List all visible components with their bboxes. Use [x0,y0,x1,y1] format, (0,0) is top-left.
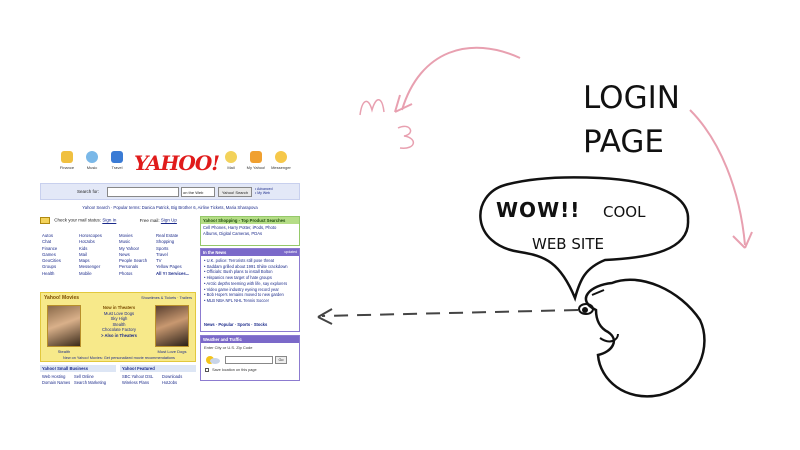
movies-links[interactable]: Showtimes & Tickets · Trailers [141,296,192,300]
title-line-1: LOGIN [583,80,680,116]
small-business-header: Yahoo! Small Business [40,365,116,372]
news-header: In the News updated [201,249,299,256]
speech-cool: COOL [603,203,646,221]
search-bar: Search for: on the Web Yahoo! Search • A… [40,183,300,200]
pink-scribble-m [359,99,385,116]
small-business-link[interactable]: Search Marketing [74,380,106,386]
news-list: • U.K. police: Terrorists still pose thr… [201,258,299,304]
sign-up-link[interactable]: Sign Up [161,218,177,223]
envelope-icon [40,217,50,224]
search-scope-select[interactable]: on the Web [181,187,215,197]
featured-header: Yahoo! Featured [120,365,196,372]
eyebrow [591,289,605,296]
shopping-text[interactable]: Cell Phones, Harry Potter, iPods, Photo … [201,224,281,237]
nav-travel[interactable]: Travel [102,151,132,170]
directory-column-3: Movies Music My Yahoo! News People Searc… [119,233,159,277]
my-web-link[interactable]: • My Web [255,191,270,195]
news-footer[interactable]: News · Popular · Sports · Stocks [204,322,267,327]
nav-music-label: Music [86,165,98,170]
music-icon [86,151,98,163]
nav-travel-label: Travel [111,165,123,170]
popular-terms[interactable]: Yahoo! Search · Popular terms: Danica Pa… [40,205,300,210]
sign-in-link[interactable]: Sign In [102,218,116,223]
stealth-caption[interactable]: Stealth [47,349,81,354]
nav-mail-label: Mail [227,165,235,170]
mail-status-row: Check your mail status: Sign In Free mai… [40,217,192,227]
mail-icon [225,151,237,163]
save-location-label: Save location on this page [212,368,257,372]
directory-link[interactable]: Health [42,271,82,277]
directory-link[interactable]: Photos [119,271,159,277]
search-label: Search for: [77,189,100,194]
news-updated: updated [284,250,297,254]
stealth-poster-image[interactable] [47,305,81,347]
must-love-dogs-poster-image[interactable] [155,305,189,347]
movies-box: Yahoo! Movies Showtimes & Tickets · Trai… [40,292,196,362]
featured-link[interactable]: Wireless Plans [122,380,149,386]
news-item[interactable]: • MLB NBA NFL NHL Tennis Soccer [204,298,299,304]
small-business-link[interactable]: Web Hosting [42,374,65,380]
gaze-dashed-line [321,309,579,317]
pink-arc-left [401,46,521,111]
messenger-icon [275,151,287,163]
featured-link[interactable]: HotJobs [162,380,177,386]
featured-link[interactable]: Downloads [162,374,182,380]
free-mail-text: Free mail: [139,217,160,223]
small-business-link[interactable]: Domain Names [42,380,70,386]
news-item[interactable]: • Arctic depths teeming with life, say e… [204,281,299,287]
news-title: In the News [203,250,227,255]
directory-column-1: Autos Chat Finance Games GeoCities Group… [42,233,82,277]
search-input[interactable] [107,187,179,197]
weather-label: Enter City or U.S. Zip Code [204,345,253,350]
now-in-theaters: Now in Theaters Must Love Dogs Sky High … [87,305,151,339]
nav-messenger[interactable]: Messenger [266,151,296,170]
small-business-link[interactable]: Sell Online [74,374,94,380]
movies-footer[interactable]: New on Yahoo! Movies: Get personalized m… [41,356,197,360]
nav-finance-label: Finance [59,165,75,170]
title-line-2: PAGE [583,124,664,160]
shopping-box: Yahoo! Shopping - Top Product Searches C… [200,216,300,246]
finance-icon [61,151,73,163]
yahoo-homepage-screenshot: Finance Music Travel YAHOO! Mail My Yaho… [34,147,306,389]
bottom-sections: Yahoo! Small Business Web Hosting Sell O… [40,365,196,389]
movies-header: Yahoo! Movies Showtimes & Tickets · Trai… [41,293,195,303]
search-extra-links: • Advanced • My Web [255,187,273,195]
go-button[interactable]: Go [275,356,287,364]
pink-arc-right [689,109,746,246]
search-button[interactable]: Yahoo! Search [218,187,252,197]
movie-link[interactable]: > Also in Theaters [87,333,151,339]
shopping-header: Yahoo! Shopping - Top Product Searches [201,217,299,224]
travel-icon [111,151,123,163]
featured-link[interactable]: SBC Yahoo! DSL [122,374,153,380]
pink-scribble-3 [397,125,414,149]
pink-arrowhead-right [732,231,753,249]
nav-messenger-label: Messenger [271,165,291,170]
directory-column-2: Horoscopes HotJobs Kids Mail Maps Messen… [79,233,119,277]
save-location-row[interactable]: Save location on this page [205,368,257,372]
weather-icon [206,356,220,364]
speech-wow: WOW!! [496,198,581,222]
pupil [582,307,588,313]
mail-check-text: Check your mail status: [54,217,102,223]
login-page-title: LOGIN PAGE [583,76,680,164]
yahoo-header: Finance Music Travel YAHOO! Mail My Yaho… [34,147,306,181]
must-love-dogs-caption[interactable]: Must Love Dogs [155,349,189,354]
speech-website: WEB SITE [532,235,604,253]
zip-code-input[interactable] [225,356,273,364]
movies-title: Yahoo! Movies [44,295,80,301]
news-box: In the News updated • U.K. police: Terro… [200,248,300,332]
directory-link[interactable]: Mobile [79,271,119,277]
directory-link[interactable]: All Y! Services... [156,271,196,277]
weather-header: Weather and Traffic [201,336,299,343]
directory-column-4: Real Estate Shopping Sports Travel TV Ye… [156,233,196,277]
yahoo-logo[interactable]: YAHOO! [134,151,220,175]
mouth [599,333,619,343]
face-outline [584,278,706,398]
weather-box: Weather and Traffic Enter City or U.S. Z… [200,335,300,381]
my-yahoo-icon [250,151,262,163]
save-location-checkbox[interactable] [205,368,209,372]
nav-my-yahoo-label: My Yahoo! [246,165,266,170]
